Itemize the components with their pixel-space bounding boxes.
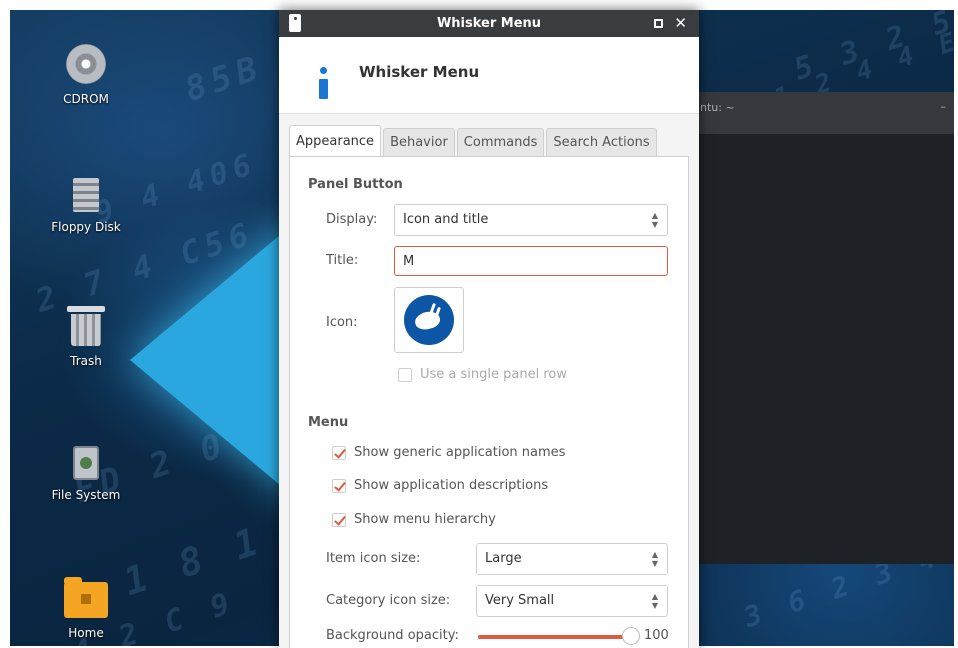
- desktop-icon-floppy-disk[interactable]: Floppy Disk: [38, 178, 134, 234]
- tab-search-actions[interactable]: Search Actions: [546, 128, 657, 157]
- tab-commands[interactable]: Commands: [456, 128, 545, 157]
- home-folder-icon: [64, 577, 108, 618]
- background-terminal-window[interactable]: ntu: ~ –: [690, 92, 954, 564]
- category-icon-size-select[interactable]: Very Small ▲ ▼: [476, 585, 668, 617]
- category-icon-size-value: Very Small: [485, 593, 555, 608]
- icon-label: Icon:: [326, 315, 358, 330]
- floppy-disk-icon: [73, 178, 99, 212]
- title-label: Title:: [326, 253, 359, 268]
- opacity-slider-track[interactable]: [478, 635, 638, 639]
- dialog-header: Whisker Menu: [279, 37, 699, 114]
- terminal-titlebar[interactable]: ntu: ~ –: [690, 92, 954, 134]
- appearance-panel: Panel Button Display: Icon and title ▲ ▼ …: [289, 156, 689, 648]
- desktop-icon-file-system[interactable]: File System: [38, 446, 134, 502]
- item-icon-size-select[interactable]: Large ▲ ▼: [476, 543, 668, 575]
- cdrom-icon: [66, 44, 106, 84]
- desktop-icon-trash[interactable]: Trash: [38, 306, 134, 368]
- terminal-minimize-button[interactable]: –: [941, 100, 947, 113]
- icon-chooser-button[interactable]: [394, 287, 464, 353]
- window-menu-icon[interactable]: [289, 14, 301, 32]
- menu-hierarchy-checkbox[interactable]: Show menu hierarchy: [332, 512, 496, 527]
- whisker-menu-dialog: Whisker Menu ✕ Whisker Menu Appearance B…: [279, 10, 699, 648]
- item-icon-size-value: Large: [485, 551, 522, 566]
- header-title: Whisker Menu: [359, 63, 480, 81]
- opacity-value: 100: [644, 628, 669, 643]
- checkbox-checked: [332, 445, 346, 460]
- checkbox-box: [398, 367, 412, 382]
- select-arrows-icon: ▲ ▼: [651, 592, 658, 610]
- checkbox-label: Use a single panel row: [420, 367, 567, 382]
- background-opacity-label: Background opacity:: [326, 628, 459, 643]
- menu-section-title: Menu: [308, 415, 349, 430]
- window-title: Whisker Menu: [436, 16, 542, 31]
- checkbox-checked: [332, 478, 346, 493]
- desktop-icon-label: CDROM: [63, 92, 109, 106]
- descriptions-checkbox[interactable]: Show application descriptions: [332, 478, 548, 493]
- tab-behavior[interactable]: Behavior: [383, 128, 455, 157]
- desktop-icon-label: File System: [51, 488, 121, 502]
- desktop-icon-label: Home: [68, 626, 104, 640]
- display-select-value: Icon and title: [403, 212, 489, 227]
- xfce-logo-icon: [404, 295, 454, 345]
- display-label: Display:: [326, 212, 378, 227]
- checkbox-label: Show generic application names: [354, 445, 566, 460]
- desktop-icon-cdrom[interactable]: CDROM: [38, 44, 134, 106]
- tab-appearance[interactable]: Appearance: [289, 125, 382, 157]
- maximize-button[interactable]: [654, 19, 663, 28]
- file-system-icon: [73, 446, 99, 480]
- trash-icon: [67, 306, 105, 346]
- tab-bar: Appearance Behavior Commands Search Acti…: [289, 125, 659, 157]
- title-input[interactable]: [394, 246, 668, 276]
- info-icon: [318, 67, 328, 101]
- select-arrows-icon: ▲ ▼: [651, 211, 658, 229]
- display-select[interactable]: Icon and title ▲ ▼: [394, 204, 668, 236]
- select-arrows-icon: ▲ ▼: [651, 550, 658, 568]
- item-icon-size-label: Item icon size:: [326, 551, 421, 566]
- checkbox-checked: [332, 512, 346, 527]
- terminal-title: ntu: ~: [700, 101, 735, 114]
- desktop-icon-label: Floppy Disk: [51, 220, 121, 234]
- checkbox-label: Show menu hierarchy: [354, 512, 496, 527]
- category-icon-size-label: Category icon size:: [326, 593, 451, 608]
- single-panel-row-checkbox[interactable]: Use a single panel row: [398, 367, 567, 382]
- panel-button-section-title: Panel Button: [308, 177, 403, 192]
- generic-names-checkbox[interactable]: Show generic application names: [332, 445, 565, 460]
- close-button[interactable]: ✕: [674, 10, 687, 37]
- opacity-slider-thumb[interactable]: [622, 627, 640, 645]
- dialog-titlebar[interactable]: Whisker Menu ✕: [279, 10, 699, 37]
- checkbox-label: Show application descriptions: [354, 478, 549, 493]
- desktop-icon-home[interactable]: Home: [38, 577, 134, 640]
- desktop-icon-label: Trash: [70, 354, 102, 368]
